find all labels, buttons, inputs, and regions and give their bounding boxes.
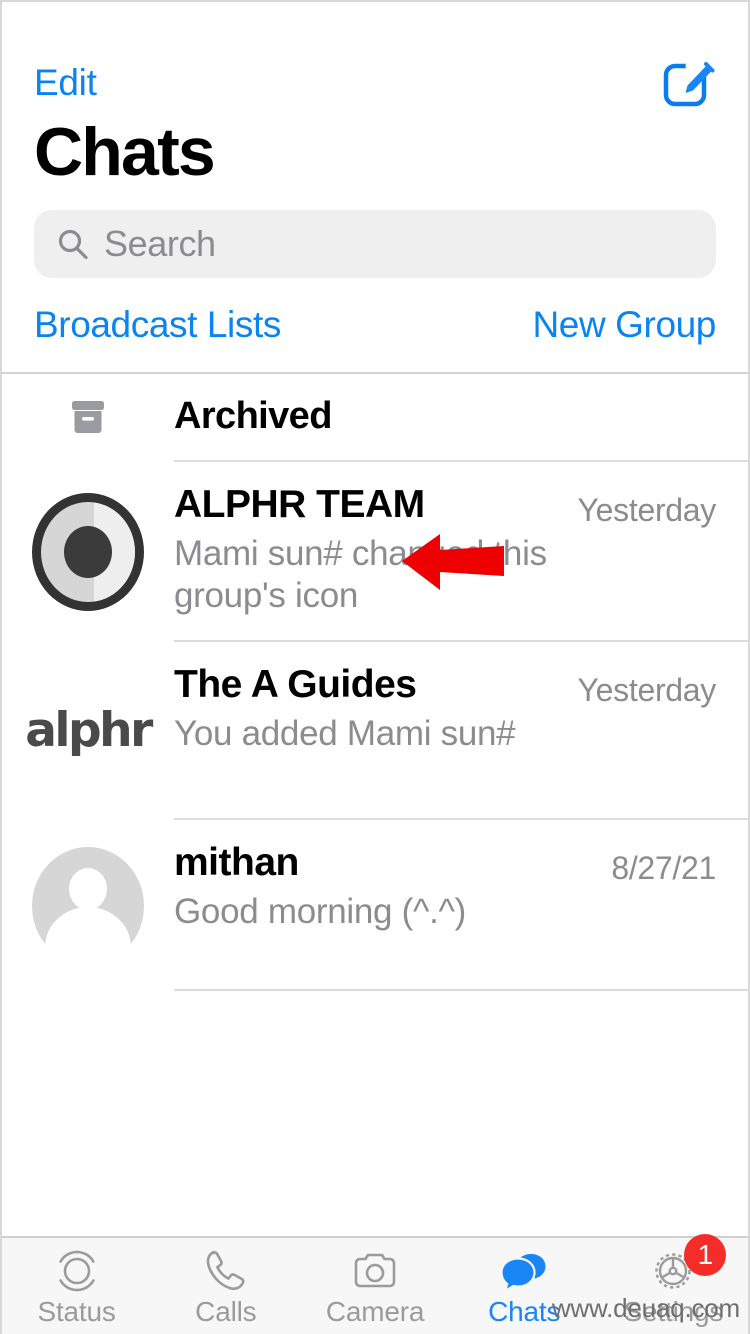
tab-label: Camera xyxy=(325,1296,425,1327)
archive-box-icon xyxy=(66,396,110,440)
archived-body: Archived xyxy=(174,374,748,462)
chat-row-header: mithan 8/27/21 xyxy=(174,840,716,887)
chat-timestamp: Yesterday xyxy=(577,671,717,708)
chat-name: The A Guides xyxy=(174,662,417,706)
archived-icon-slot xyxy=(2,374,174,462)
avatar xyxy=(2,462,174,642)
tab-settings[interactable]: 1 Settings xyxy=(599,1234,748,1334)
alphr-logo-avatar: alphr xyxy=(25,703,153,759)
tab-label: Settings xyxy=(623,1296,724,1327)
chat-preview: Good morning (^.^) xyxy=(174,891,466,931)
archived-label: Archived xyxy=(174,395,332,438)
archived-row[interactable]: Archived xyxy=(2,374,748,462)
avatar: alphr xyxy=(2,642,174,820)
bottom-tab-bar: Status Calls Camera Chats 1 Settings www… xyxy=(2,1234,748,1334)
broadcast-lists-button[interactable]: Broadcast Lists xyxy=(34,304,281,346)
whatsapp-chats-screen: Edit Chats Search Broadcast Lists New Gr… xyxy=(0,0,750,1334)
chat-bubbles-icon xyxy=(499,1246,549,1296)
tab-calls[interactable]: Calls xyxy=(151,1238,300,1334)
chat-timestamp: 8/27/21 xyxy=(611,849,716,886)
chat-preview: Mami sun# changed this group's icon xyxy=(174,533,547,616)
chat-row-body: mithan 8/27/21 Good morning (^.^) xyxy=(174,820,748,992)
chat-row-header: ALPHR TEAM Yesterday xyxy=(174,482,717,529)
search-container: Search xyxy=(2,185,748,278)
tab-camera[interactable]: Camera xyxy=(300,1238,449,1334)
gear-icon: 1 xyxy=(648,1234,727,1296)
chat-timestamp: Yesterday xyxy=(577,491,717,528)
search-input[interactable]: Search xyxy=(34,209,716,278)
tab-label: Status xyxy=(37,1296,116,1327)
chat-list: Archived ALPHR TEAM Yesterday Mami sun# … xyxy=(2,374,748,1236)
phone-icon xyxy=(201,1246,251,1296)
quick-links-row: Broadcast Lists New Group xyxy=(2,278,748,374)
default-person-avatar xyxy=(32,846,144,965)
navigation-bar: Edit xyxy=(2,2,748,120)
chat-row-the-a-guides[interactable]: alphr The A Guides Yesterday You added M… xyxy=(2,642,748,820)
tab-label: Chats xyxy=(488,1296,561,1327)
chat-row-mithan[interactable]: mithan 8/27/21 Good morning (^.^) xyxy=(2,820,748,992)
search-placeholder: Search xyxy=(104,222,216,264)
tab-label: Calls xyxy=(195,1296,257,1327)
search-icon xyxy=(56,227,90,261)
compose-icon[interactable] xyxy=(662,54,718,110)
row-spacer xyxy=(174,933,716,967)
chat-preview: You added Mami sun# xyxy=(174,713,516,753)
camera-icon xyxy=(350,1246,400,1296)
status-badge: 1 xyxy=(684,1234,727,1276)
chat-row-alphr-team[interactable]: ALPHR TEAM Yesterday Mami sun# changed t… xyxy=(2,462,748,642)
new-group-button[interactable]: New Group xyxy=(532,304,716,346)
tab-chats[interactable]: Chats xyxy=(450,1238,599,1334)
chat-row-header: The A Guides Yesterday xyxy=(174,662,717,709)
alphr-team-eye-avatar xyxy=(32,492,144,611)
tab-status[interactable]: Status xyxy=(2,1238,151,1334)
status-rings-icon xyxy=(52,1246,102,1296)
chat-row-body: ALPHR TEAM Yesterday Mami sun# changed t… xyxy=(174,462,748,642)
row-spacer xyxy=(174,756,716,796)
chat-row-body: The A Guides Yesterday You added Mami su… xyxy=(174,642,748,820)
edit-button[interactable]: Edit xyxy=(34,64,97,101)
chat-name: ALPHR TEAM xyxy=(174,482,425,526)
chat-name: mithan xyxy=(174,840,299,884)
page-title: Chats xyxy=(34,114,216,190)
avatar xyxy=(2,820,174,992)
